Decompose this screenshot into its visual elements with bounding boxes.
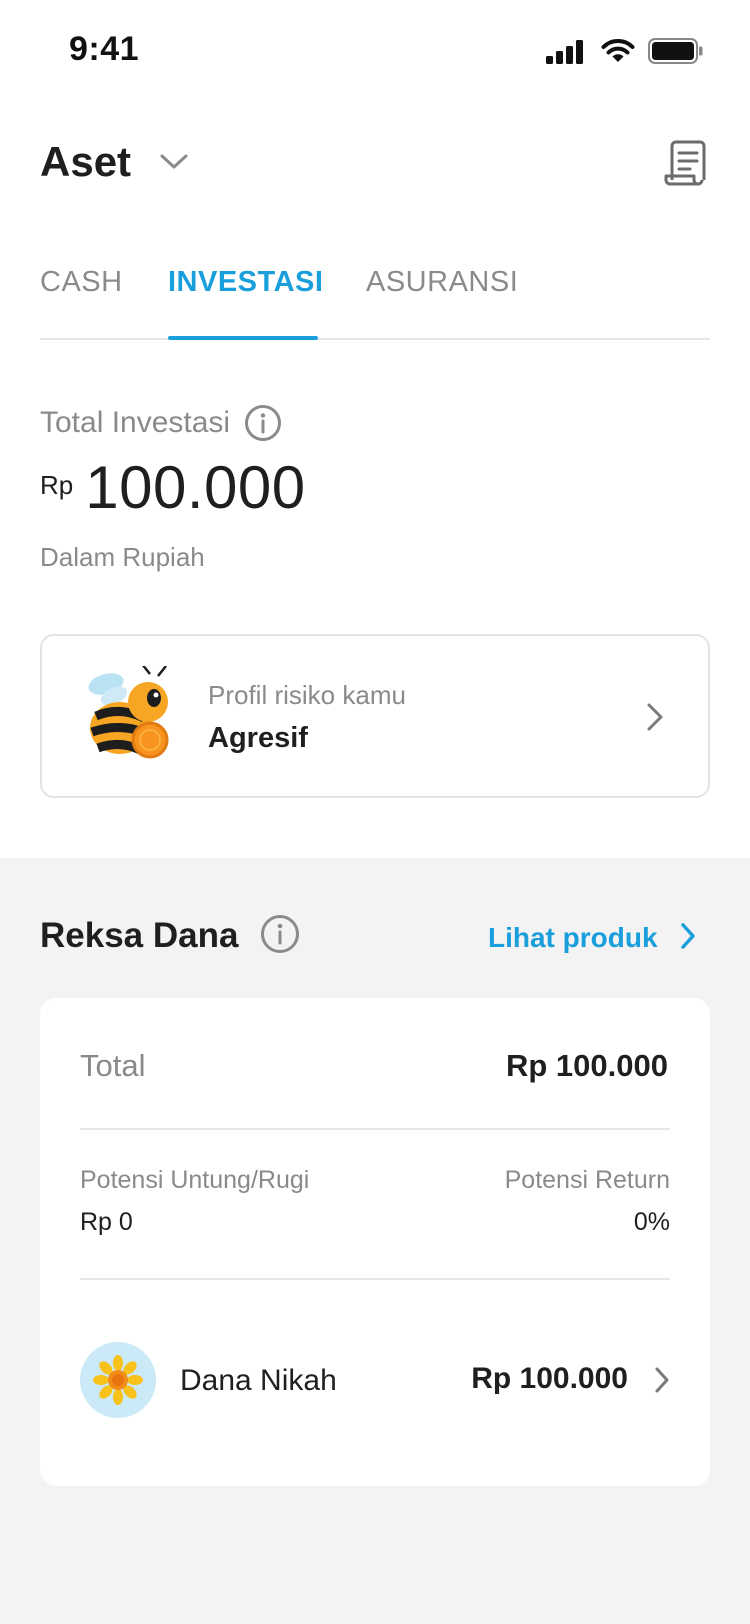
bee-mascot-icon [88,666,169,759]
document-icon[interactable] [664,140,708,186]
fund-item[interactable]: Dana Nikah Rp 100.000 [80,1342,670,1418]
amount-subtitle: Dalam Rupiah [40,542,205,572]
return-label: Potensi Return [504,1166,670,1194]
info-icon[interactable] [260,914,300,954]
reksa-dana-card: Total Rp 100.000 Potensi Untung/Rugi Rp … [40,998,710,1486]
total-investasi-label: Total Investasi [40,406,231,439]
tab-asuransi[interactable]: ASURANSI [366,266,518,299]
card-total-value: Rp 100.000 [506,1048,668,1083]
divider [80,1128,670,1130]
return-value: 0% [633,1208,670,1236]
battery-icon [648,38,703,64]
chevron-right-icon [655,1367,669,1393]
fund-name: Dana Nikah [180,1364,337,1397]
fund-value: Rp 100.000 [471,1362,628,1395]
risk-profile-value: Agresif [208,722,308,754]
chevron-right-icon [647,703,663,731]
signal-icon [546,40,583,64]
card-total-label: Total [80,1048,146,1083]
sunflower-icon [93,1355,143,1405]
risk-profile-card[interactable]: Profil risiko kamu Agresif [40,634,710,798]
total-amount: Rp 100.000 [40,458,306,518]
chevron-right-icon[interactable] [680,922,696,950]
tab-cash[interactable]: CASH [40,266,123,299]
see-products-link[interactable]: Lihat produk [488,922,658,954]
top-section: 9:41 Aset CASH INVESTASI ASURANSI Total … [0,0,750,858]
info-icon[interactable] [244,404,282,442]
total-amount-value: 100.000 [85,454,306,521]
total-label-row: Total Investasi [40,404,282,442]
status-time: 9:41 [69,30,140,68]
currency-label: Rp [40,470,74,500]
reksa-dana-header: Reksa Dana Lihat produk [40,910,710,960]
profit-loss-value: Rp 0 [80,1208,133,1236]
risk-profile-label: Profil risiko kamu [208,680,406,710]
profit-loss-label: Potensi Untung/Rugi [80,1166,310,1194]
tab-bar: CASH INVESTASI ASURANSI [40,262,710,340]
page-title: Aset [40,138,132,185]
status-bar: 9:41 [0,0,750,100]
divider [80,1278,670,1280]
fund-avatar [80,1342,156,1418]
tab-investasi[interactable]: INVESTASI [168,266,323,299]
section-title: Reksa Dana [40,916,239,955]
chevron-down-icon [160,154,188,169]
active-tab-indicator [168,336,318,340]
title-dropdown[interactable]: Aset [40,138,189,186]
wifi-icon [601,39,635,62]
